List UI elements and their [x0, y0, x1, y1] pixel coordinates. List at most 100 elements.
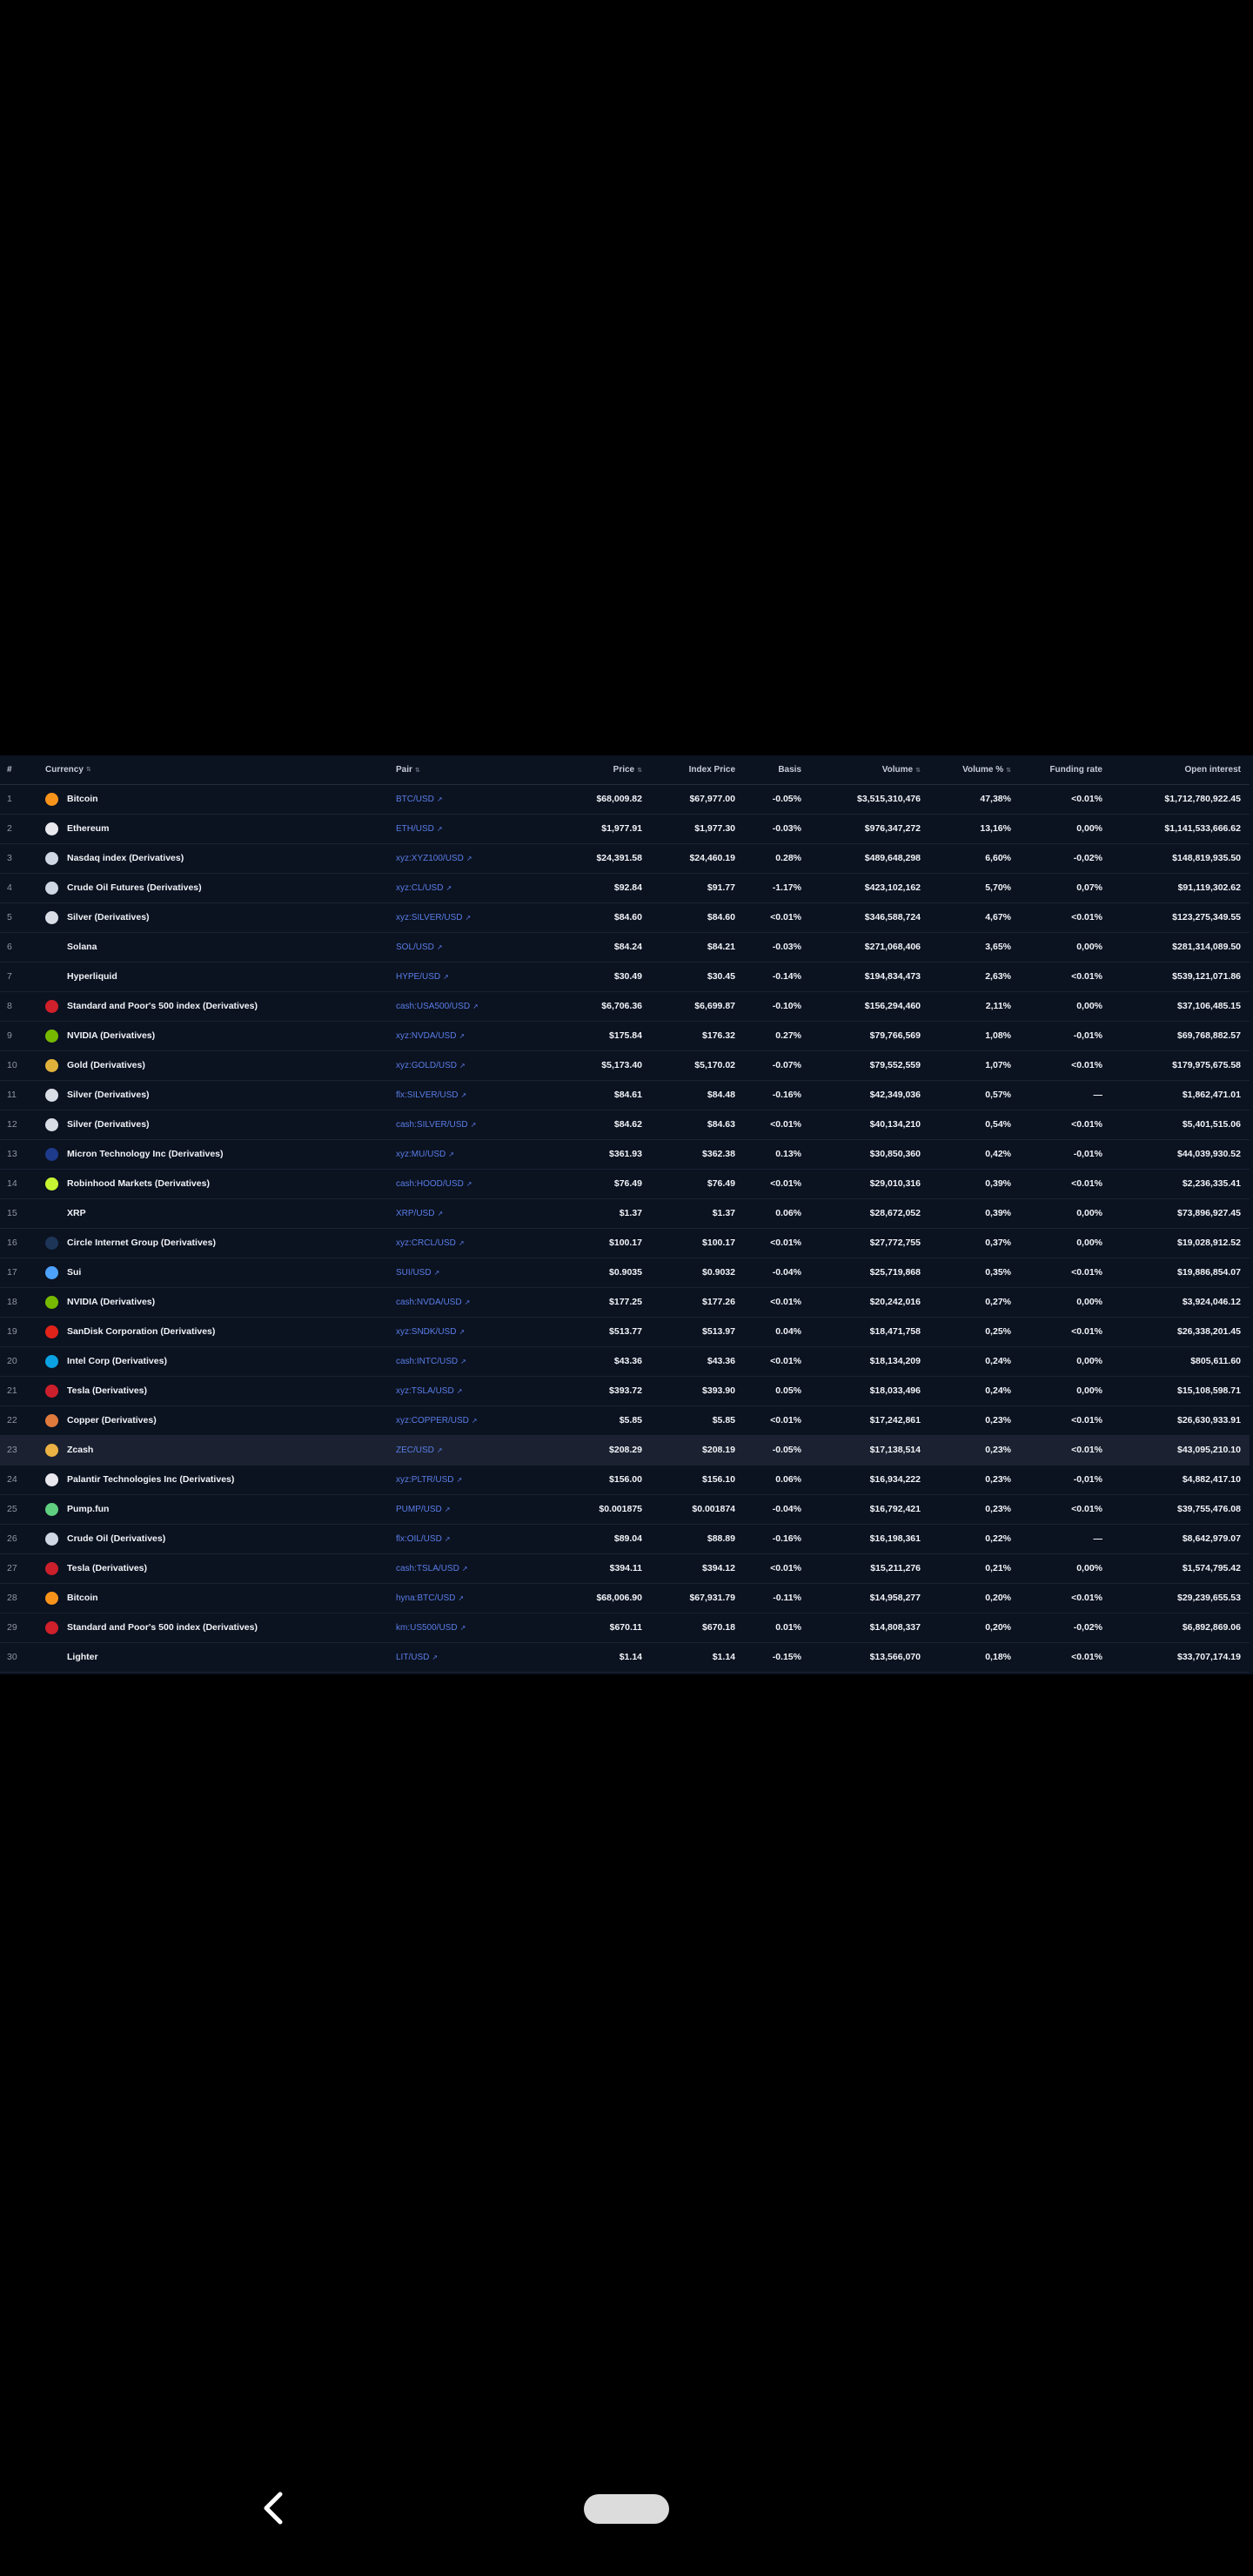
rank-cell: 15 [7, 1208, 17, 1218]
pair-link[interactable]: SUI/USD ↗ [396, 1258, 439, 1287]
volume-cell: $25,719,868 [869, 1267, 921, 1278]
pair-link[interactable]: XRP/USD ↗ [396, 1199, 443, 1228]
back-button[interactable] [252, 2487, 294, 2529]
sort-icon: ⇅ [85, 767, 91, 773]
header-currency[interactable]: Currency ⇅ [45, 755, 91, 784]
pair-link[interactable]: xyz:SILVER/USD ↗ [396, 903, 471, 932]
pair-link[interactable]: xyz:XYZ100/USD ↗ [396, 844, 472, 873]
table-row[interactable]: 23 Zcash ZEC/USD ↗ $208.29 $208.19 -0.05% $17,1… [0, 1436, 1250, 1466]
table-row[interactable]: 5 Silver (Derivatives) xyz:SILVER/USD ↗ $84.… [0, 903, 1250, 933]
pair-link[interactable]: cash:SILVER/USD ↗ [396, 1110, 476, 1139]
index-price-cell: $84.48 [707, 1090, 735, 1100]
rank-cell: 26 [7, 1533, 17, 1544]
pair-link[interactable]: xyz:PLTR/USD ↗ [396, 1466, 462, 1494]
table-row[interactable]: 30 Lighter LIT/USD ↗ $1.14 $1.14 -0.15% $13,566… [0, 1643, 1250, 1673]
rank-cell: 28 [7, 1593, 17, 1603]
pair-link[interactable]: flx:SILVER/USD ↗ [396, 1081, 466, 1110]
pair-link[interactable]: ETH/USD ↗ [396, 815, 443, 843]
currency-cell: Silver (Derivatives) [45, 903, 150, 932]
pair-link[interactable]: PUMP/USD ↗ [396, 1495, 451, 1524]
volume-cell: $3,515,310,476 [857, 794, 921, 804]
basis-cell: <0.01% [770, 1178, 801, 1189]
funding-rate-cell: -0,01% [1073, 1030, 1102, 1041]
pair-link[interactable]: ZEC/USD ↗ [396, 1436, 443, 1465]
header-price[interactable]: Price ⇅ [613, 755, 642, 785]
pair-link[interactable]: cash:NVDA/USD ↗ [396, 1288, 470, 1317]
table-row[interactable]: 24 Palantir Technologies Inc (Derivatives… [0, 1466, 1250, 1495]
table-row[interactable]: 4 Crude Oil Futures (Derivatives) xyz:CL/U… [0, 874, 1250, 903]
header-basis[interactable]: Basis [778, 755, 801, 784]
external-link-icon: ↗ [466, 855, 472, 862]
volume-cell: $156,294,460 [864, 1001, 921, 1011]
table-row[interactable]: 3 Nasdaq index (Derivatives) xyz:XYZ100/US… [0, 844, 1250, 874]
table-row[interactable]: 14 Robinhood Markets (Derivatives) cash:HO… [0, 1170, 1250, 1199]
table-row[interactable]: 11 Silver (Derivatives) flx:SILVER/USD ↗ $84… [0, 1081, 1250, 1110]
table-row[interactable]: 22 Copper (Derivatives) xyz:COPPER/USD ↗ $5.… [0, 1406, 1250, 1436]
pair-link[interactable]: km:US500/USD ↗ [396, 1613, 466, 1642]
header-volume[interactable]: Volume ⇅ [882, 755, 921, 785]
table-row[interactable]: 12 Silver (Derivatives) cash:SILVER/USD ↗ $8… [0, 1110, 1250, 1140]
pair-link[interactable]: SOL/USD ↗ [396, 933, 443, 962]
pair-link[interactable]: flx:OIL/USD ↗ [396, 1525, 451, 1553]
chevron-left-icon [264, 2492, 283, 2525]
table-row[interactable]: 17 Sui SUI/USD ↗ $0.9035 $0.9032 -0.04% $25,719… [0, 1258, 1250, 1288]
header-funding-rate[interactable]: Funding rate [1049, 755, 1102, 784]
table-row[interactable]: 2 Ethereum ETH/USD ↗ $1,977.91 $1,977.30 -0.03… [0, 815, 1250, 844]
table-row[interactable]: 1 Bitcoin BTC/USD ↗ $68,009.82 $67,977.00 -0.0… [0, 785, 1250, 815]
rank-cell: 16 [7, 1238, 17, 1248]
pair-link[interactable]: xyz:MU/USD ↗ [396, 1140, 454, 1169]
table-row[interactable]: 25 Pump.fun PUMP/USD ↗ $0.001875 $0.001874 -0.… [0, 1495, 1250, 1525]
index-price-cell: $0.9032 [702, 1267, 735, 1278]
pair-link[interactable]: xyz:GOLD/USD ↗ [396, 1051, 466, 1080]
table-row[interactable]: 28 Bitcoin hyna:BTC/USD ↗ $68,006.90 $67,931.… [0, 1584, 1250, 1613]
sp500-icon [45, 1621, 58, 1634]
pair-link[interactable]: xyz:TSLA/USD ↗ [396, 1377, 462, 1405]
pair-link[interactable]: hyna:BTC/USD ↗ [396, 1584, 464, 1613]
index-price-cell: $670.18 [702, 1622, 735, 1633]
pair-link[interactable]: cash:HOOD/USD ↗ [396, 1170, 472, 1198]
header-pair[interactable]: Pair ⇅ [396, 755, 420, 785]
table-row[interactable]: 6 Solana SOL/USD ↗ $84.24 $84.21 -0.03% $271,06… [0, 933, 1250, 963]
pair-link[interactable]: LIT/USD ↗ [396, 1643, 438, 1672]
table-row[interactable]: 29 Standard and Poor's 500 index (Derivat… [0, 1613, 1250, 1643]
table-row[interactable]: 20 Intel Corp (Derivatives) cash:INTC/USD ↗… [0, 1347, 1250, 1377]
pair-link[interactable]: HYPE/USD ↗ [396, 963, 449, 991]
open-interest-cell: $1,862,471.01 [1182, 1090, 1241, 1100]
header-open-interest[interactable]: Open interest [1185, 755, 1241, 784]
table-row[interactable]: 18 NVIDIA (Derivatives) cash:NVDA/USD ↗ $177… [0, 1288, 1250, 1318]
header-index-price[interactable]: Index Price [689, 755, 735, 784]
pair-link[interactable]: xyz:COPPER/USD ↗ [396, 1406, 478, 1435]
pair-link[interactable]: cash:INTC/USD ↗ [396, 1347, 466, 1376]
table-row[interactable]: 27 Tesla (Derivatives) cash:TSLA/USD ↗ $394.… [0, 1554, 1250, 1584]
pair-link[interactable]: xyz:CRCL/USD ↗ [396, 1229, 465, 1258]
bitcoin-icon [45, 793, 58, 806]
rank-cell: 18 [7, 1297, 17, 1307]
table-row[interactable]: 13 Micron Technology Inc (Derivatives) xyz… [0, 1140, 1250, 1170]
currency-name: Intel Corp (Derivatives) [67, 1356, 167, 1366]
pair-link[interactable]: cash:TSLA/USD ↗ [396, 1554, 468, 1583]
nasdaq-icon [45, 852, 58, 865]
volume-cell: $18,033,496 [869, 1385, 921, 1396]
volume-pct-cell: 0,24% [985, 1356, 1011, 1366]
pair-link[interactable]: xyz:NVDA/USD ↗ [396, 1022, 465, 1050]
header-volume-pct[interactable]: Volume % ⇅ [962, 755, 1011, 785]
rank-cell: 5 [7, 912, 12, 922]
pair-link[interactable]: cash:USA500/USD ↗ [396, 992, 479, 1021]
table-row[interactable]: 15 XRP XRP/USD ↗ $1.37 $1.37 0.06% $28,672,052 0… [0, 1199, 1250, 1229]
table-row[interactable]: 21 Tesla (Derivatives) xyz:TSLA/USD ↗ $393.7… [0, 1377, 1250, 1406]
table-row[interactable]: 9 NVIDIA (Derivatives) xyz:NVDA/USD ↗ $175.8… [0, 1022, 1250, 1051]
table-row[interactable]: 19 SanDisk Corporation (Derivatives) xyz:S… [0, 1318, 1250, 1347]
table-row[interactable]: 26 Crude Oil (Derivatives) flx:OIL/USD ↗ $89… [0, 1525, 1250, 1554]
pair-link[interactable]: xyz:CL/USD ↗ [396, 874, 452, 902]
currency-name: XRP [67, 1208, 86, 1218]
table-row[interactable]: 10 Gold (Derivatives) xyz:GOLD/USD ↗ $5,173.… [0, 1051, 1250, 1081]
table-row[interactable]: 16 Circle Internet Group (Derivatives) xyz… [0, 1229, 1250, 1258]
pair-link[interactable]: BTC/USD ↗ [396, 785, 443, 814]
header-rank[interactable]: # [7, 755, 12, 784]
home-pill-icon[interactable] [584, 2494, 669, 2524]
pair-link[interactable]: xyz:SNDK/USD ↗ [396, 1318, 465, 1346]
table-row[interactable]: 7 Hyperliquid HYPE/USD ↗ $30.49 $30.45 -0.14% $… [0, 963, 1250, 992]
table-row[interactable]: 8 Standard and Poor's 500 index (Derivati… [0, 992, 1250, 1022]
index-price-cell: $67,931.79 [689, 1593, 735, 1603]
price-cell: $361.93 [609, 1149, 642, 1159]
